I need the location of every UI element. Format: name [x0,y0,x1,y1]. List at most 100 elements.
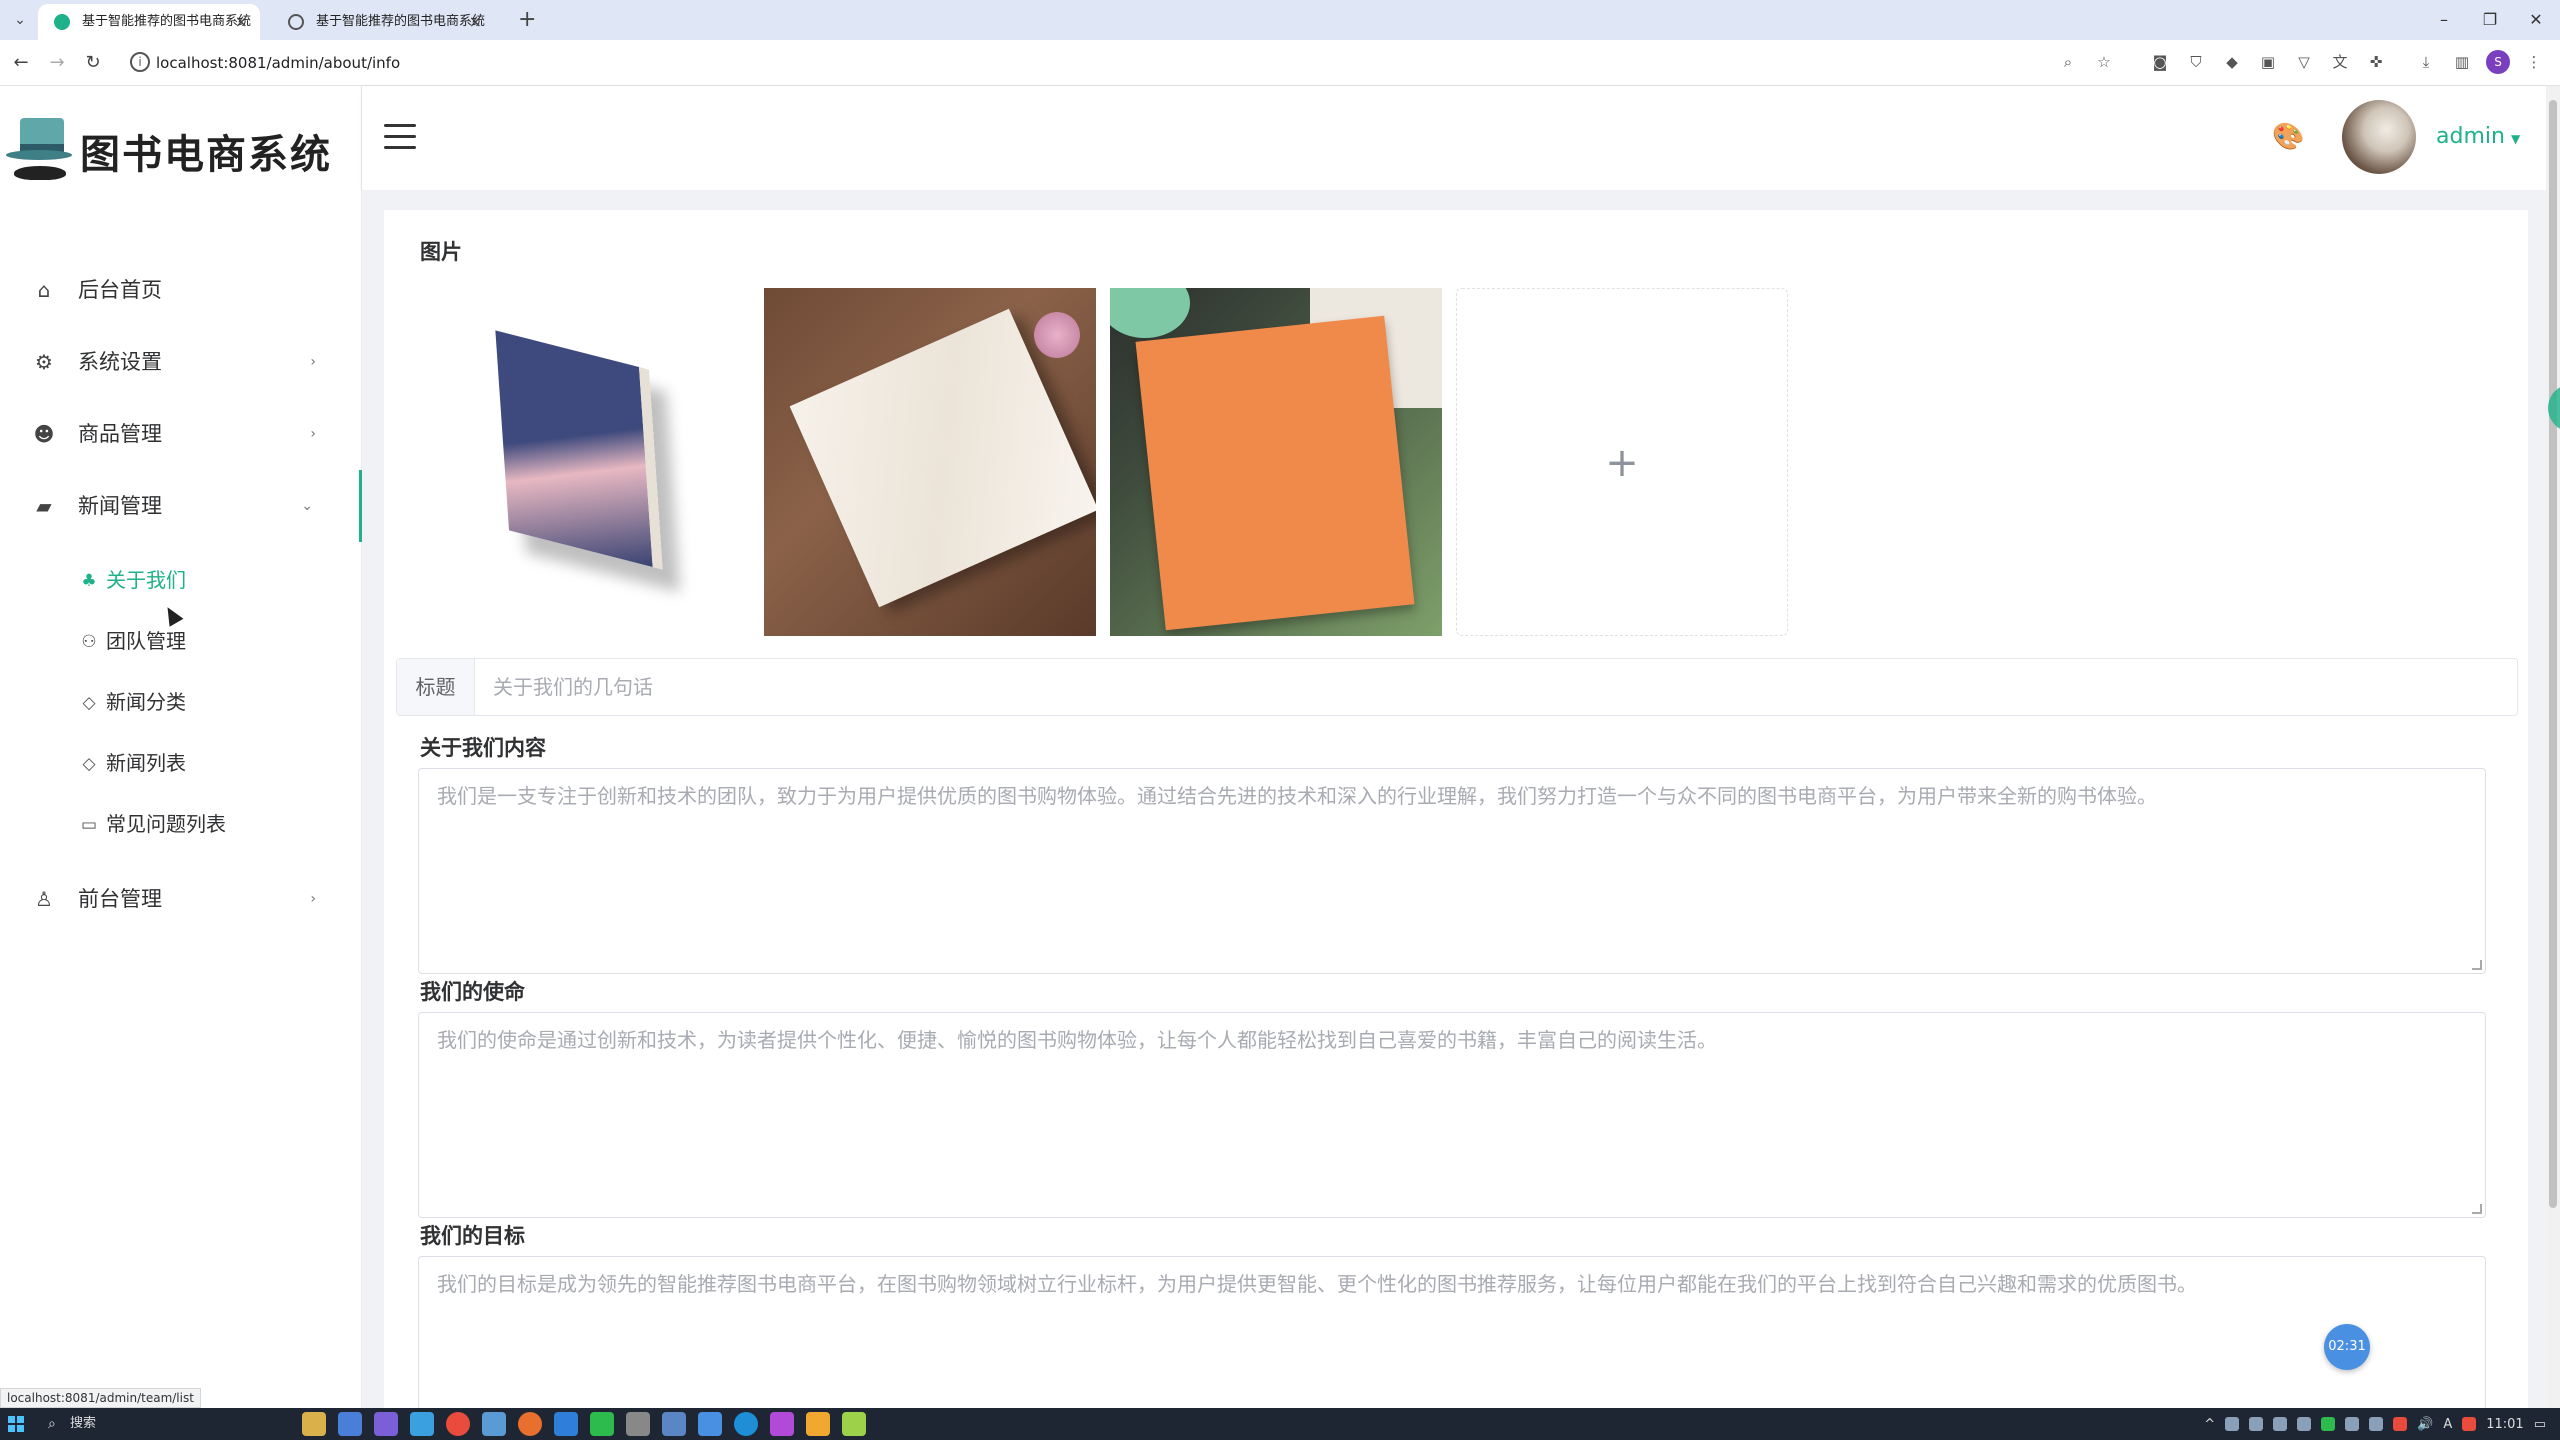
profile-avatar[interactable]: S [2486,50,2510,74]
extension-icon[interactable]: ◆ [2220,50,2244,74]
ime-icon[interactable]: A [2443,1417,2452,1432]
panda-icon: ☻ [33,422,55,446]
taskbar-apps [302,1412,866,1436]
news-icon: ▰ [36,494,52,518]
wechat-tray-icon[interactable] [2321,1417,2336,1431]
wechat-app-icon[interactable] [590,1412,614,1436]
images-label: 图片 [420,240,462,264]
tray-icon[interactable] [2345,1417,2360,1431]
scrollbar-thumb[interactable] [2549,100,2557,1208]
book-image-1[interactable] [420,288,752,636]
tray-icon[interactable] [2225,1417,2240,1431]
sidebar-item-news[interactable]: ▰ 新闻管理 ⌄ [0,470,362,542]
forward-button[interactable]: → [44,50,70,76]
sidebar-item-system-settings[interactable]: ⚙ 系统设置 › [0,326,362,398]
app-icon[interactable] [338,1412,362,1436]
filter-extension-icon[interactable]: ▽ [2292,50,2316,74]
close-window-button[interactable]: ✕ [2508,4,2560,36]
sidebar-item-dashboard[interactable]: ⌂ 后台首页 [0,254,362,326]
explorer-app-icon[interactable] [302,1412,326,1436]
volume-icon[interactable]: 🔊 [2417,1417,2433,1432]
zoom-icon[interactable]: ⌕ [2056,50,2080,74]
download-icon[interactable]: ⤓ [2414,50,2438,74]
content-textarea[interactable] [418,768,2486,974]
sidebar-item-label: 系统设置 [78,350,162,374]
tray-icon[interactable] [2393,1417,2408,1431]
shield-extension-icon[interactable]: ⛉ [2184,50,2208,74]
notepad-app-icon[interactable] [842,1412,866,1436]
firefox-app-icon[interactable] [518,1412,542,1436]
notification-icon[interactable]: ▭ [2534,1417,2546,1432]
title-input-group: 标题 [396,658,2518,716]
status-link-preview: localhost:8081/admin/team/list [0,1388,201,1408]
translate-extension-icon[interactable]: 文 [2328,50,2352,74]
close-tab-icon[interactable]: × [469,4,482,40]
flower-image [1034,312,1080,358]
sidebar-subitem-news-category[interactable]: ◇ 新闻分类 [0,672,362,733]
camera-extension-icon[interactable]: ◙ [2148,50,2172,74]
sidebar: 图书电商系统 ⌂ 后台首页 ⚙ 系统设置 › ☻ 商品管理 › ▰ 新闻管理 ⌄ [0,86,362,1408]
sidebar-item-label: 后台首页 [78,278,162,302]
sidebar-subitem-label: 新闻分类 [106,690,186,714]
sidebar-subitem-about-us[interactable]: ♣ 关于我们 [0,550,362,611]
mission-textarea[interactable] [418,1012,2486,1218]
image-upload-button[interactable]: + [1456,288,1788,636]
extension-toolbar: ⌕ ☆ ◙ ⛉ ◆ ▣ ▽ 文 ✜ ⤓ ▥ S ⋮ [2056,50,2560,76]
puzzle-extensions-icon[interactable]: ✜ [2364,50,2388,74]
app-icon[interactable] [410,1412,434,1436]
book-image-3[interactable] [1110,288,1442,636]
sidebar-subitem-faq[interactable]: ▭ 常见问题列表 [0,794,362,855]
app-icon[interactable] [698,1412,722,1436]
user-dropdown[interactable]: admin ▼ [2436,120,2520,156]
tray-icon[interactable] [2249,1417,2264,1431]
app-icon[interactable] [626,1412,650,1436]
sidebar-item-frontend[interactable]: ♙ 前台管理 › [0,863,362,935]
tray-chevron-icon[interactable]: ^ [2204,1417,2215,1432]
bookmark-star-icon[interactable]: ☆ [2092,50,2116,74]
app-icon[interactable] [374,1412,398,1436]
browser-tab-active[interactable]: 基于智能推荐的图书电商系统 × [38,4,260,40]
new-tab-button[interactable]: + [518,6,536,34]
sidepanel-icon[interactable]: ▥ [2450,50,2474,74]
sidebar-subitem-news-list[interactable]: ◇ 新闻列表 [0,733,362,794]
back-button[interactable]: ← [8,50,34,76]
title-input[interactable] [475,659,2515,715]
vscode-app-icon[interactable] [554,1412,578,1436]
page-scrollbar[interactable] [2546,86,2560,1408]
avatar[interactable] [2342,100,2416,174]
address-bar[interactable]: localhost:8081/admin/about/info [156,50,400,76]
app-icon[interactable] [662,1412,686,1436]
tray-icon[interactable] [2273,1417,2288,1431]
intellij-app-icon[interactable] [806,1412,830,1436]
app-icon[interactable] [770,1412,794,1436]
close-tab-icon[interactable]: × [235,4,248,40]
reload-button[interactable]: ↻ [80,50,106,76]
top-header: 🎨 admin ▼ [362,86,2546,190]
resize-grip-icon[interactable] [2472,960,2482,970]
tray-icon[interactable] [2462,1417,2477,1431]
resize-grip-icon[interactable] [2472,1204,2482,1214]
theme-palette-icon[interactable]: 🎨 [2272,122,2304,152]
book-image-2[interactable] [764,288,1096,636]
taskbar-clock[interactable]: 11:01 [2486,1417,2523,1432]
chevron-down-icon: ⌄ [301,498,313,514]
taskbar-search-label: 搜索 [70,1416,97,1431]
browser-tab[interactable]: 基于智能推荐的图书电商系统 × [272,4,494,40]
taskbar-search[interactable]: ⌕ 搜索 [40,1412,240,1436]
site-info-icon[interactable]: i [130,52,150,72]
tray-icon[interactable] [2297,1417,2312,1431]
timer-badge[interactable]: 02:31 [2324,1324,2370,1370]
windows-start-icon[interactable] [8,1416,24,1432]
tab-search-icon[interactable]: ⌄ [8,8,32,32]
chrome-app-icon[interactable] [446,1412,470,1436]
app-icon[interactable] [734,1412,758,1436]
home-icon: ⌂ [37,278,51,302]
sidebar-item-products[interactable]: ☻ 商品管理 › [0,398,362,470]
browser-menu-icon[interactable]: ⋮ [2522,50,2546,74]
app-icon[interactable] [482,1412,506,1436]
tab-title: 基于智能推荐的图书电商系统 [82,14,252,29]
menu-toggle-icon[interactable] [384,124,416,150]
plus-icon: + [1605,440,1639,486]
tray-icon[interactable] [2369,1417,2384,1431]
copy-extension-icon[interactable]: ▣ [2256,50,2280,74]
